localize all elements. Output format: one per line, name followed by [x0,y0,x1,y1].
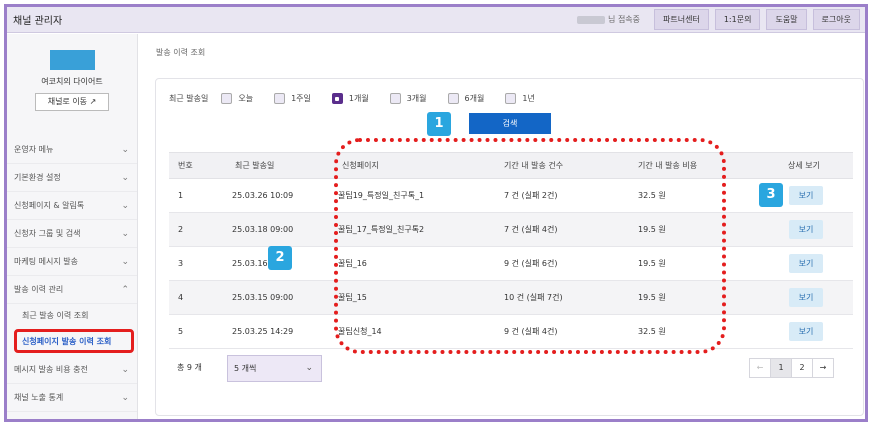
app-window: 채널 관리자 님 접속중 파트너센터 1:1문의 도움말 로그아웃 여코치의 다… [4,4,868,422]
cell-no: 4 [178,293,184,302]
sidebar: 여코치의 다이어트 채널로 이동 ↗ 운영자 메뉴 ⌄ 기본환경 설정 ⌄ 신청페이… [7,34,138,419]
checkbox-icon [221,93,233,104]
filter-option-label: 오늘 [238,94,254,103]
step-badge-3: 3 [759,183,783,207]
chevron-down-icon: ⌄ [121,144,129,155]
filter-today[interactable]: 오늘 [221,93,253,104]
search-button[interactable]: 검색 [469,113,551,134]
page-2-button[interactable]: 2 [791,358,813,378]
cell-date: 25.03.15 09:00 [232,293,294,302]
step-badge-2: 2 [268,246,292,270]
history-panel: 최근 발송일 오늘 1주일 1개월 3개월 6개월 1년 검색 1 번호 최근 … [155,78,864,416]
view-button[interactable]: 보기 [789,322,823,341]
channel-name: 여코치의 다이어트 [41,77,103,86]
channel-logo [49,50,95,70]
sidebar-subitem-recent-history[interactable]: 최근 발송 이력 조회 [7,304,137,326]
cell-date: 25.03.25 14:29 [232,327,294,336]
chevron-down-icon: ⌄ [121,256,129,267]
cell-date: 25.03.26 10:09 [232,191,294,200]
sidebar-menu: 운영자 메뉴 ⌄ 기본환경 설정 ⌄ 신청페이지 & 알림톡 ⌄ 신청자 그룹 및 검… [7,136,137,412]
cell-no: 5 [178,327,184,336]
filter-option-label: 3개월 [406,94,427,103]
sidebar-subitem-signup-page-history[interactable]: 신청페이지 발송 이력 조회 [14,329,134,353]
sidebar-item-label: 발송 이력 관리 [14,285,64,294]
sidebar-item-label: 신청자 그룹 및 검색 [14,229,81,238]
view-button[interactable]: 보기 [789,254,823,273]
view-button[interactable]: 보기 [789,288,823,307]
page-1-button[interactable]: 1 [770,358,792,378]
cell-no: 3 [178,259,184,268]
view-button[interactable]: 보기 [789,220,823,239]
filter-label: 최근 발송일 [169,94,209,103]
col-header-detail: 상세 보기 [788,161,820,170]
blurred-username [577,15,606,24]
next-page-button[interactable]: → [812,358,834,378]
sidebar-item-label: 기본환경 설정 [14,173,61,182]
filter-option-label: 1주일 [291,94,311,103]
sidebar-item-label: 신청페이지 & 알림톡 [14,201,85,210]
chevron-down-icon: ⌄ [305,363,313,373]
filter-1month[interactable]: 1개월 [331,93,369,104]
cell-date: 25.03.16 [232,259,268,268]
filter-option-label: 6개월 [464,94,485,103]
filter-1year[interactable]: 1년 [505,93,535,104]
checkbox-icon [447,93,459,104]
date-filter: 최근 발송일 오늘 1주일 1개월 3개월 6개월 1년 [169,93,556,104]
inquiry-button[interactable]: 1:1문의 [714,9,761,30]
sidebar-item-label: 운영자 메뉴 [14,145,54,154]
page-size-value: 5 개씩 [234,364,257,373]
sidebar-item-basic-settings[interactable]: 기본환경 설정 ⌄ [7,164,137,192]
filter-6months[interactable]: 6개월 [447,93,485,104]
page-size-select[interactable]: 5 개씩 ⌄ [227,355,322,382]
filter-1week[interactable]: 1주일 [274,93,311,104]
login-status: 님 접속중 [577,14,640,25]
cell-no: 1 [178,191,184,200]
checkbox-checked-icon [331,93,343,104]
partner-center-button[interactable]: 파트너센터 [654,9,709,30]
sidebar-item-label: 메시지 발송 비용 충전 [14,365,88,374]
filter-option-label: 1개월 [348,94,369,103]
cell-no: 2 [178,225,184,234]
checkbox-icon [505,93,517,104]
filter-3months[interactable]: 3개월 [389,93,427,104]
prev-page-button[interactable]: ← [749,358,771,378]
sidebar-item-admin-menu[interactable]: 운영자 메뉴 ⌄ [7,136,137,164]
chevron-down-icon: ⌄ [121,392,129,403]
checkbox-icon [389,93,401,104]
pagination: ← 1 2 → [749,358,834,378]
col-header-no: 번호 [178,161,193,170]
sidebar-item-label: 채널 노출 통계 [14,393,64,402]
cell-date: 25.03.18 09:00 [232,225,294,234]
sidebar-item-exposure-stats[interactable]: 채널 노출 통계 ⌄ [7,384,137,412]
chevron-down-icon: ⌄ [121,200,129,211]
chevron-down-icon: ⌄ [121,364,129,375]
highlight-annotation-box [334,138,726,354]
breadcrumb: 발송 이력 조회 [156,48,206,57]
logout-button[interactable]: 로그아웃 [812,9,860,30]
checkbox-icon [274,93,286,104]
sidebar-item-charge[interactable]: 메시지 발송 비용 충전 ⌄ [7,356,137,384]
view-button[interactable]: 보기 [789,186,823,205]
chevron-up-icon: ⌃ [121,284,129,295]
login-status-text: 님 접속중 [608,15,641,24]
app-title: 채널 관리자 [13,16,63,27]
sidebar-item-signup-alimtalk[interactable]: 신청페이지 & 알림톡 ⌄ [7,192,137,220]
go-to-channel-button[interactable]: 채널로 이동 ↗ [35,93,109,111]
col-header-date: 최근 발송일 [235,161,275,170]
top-bar: 채널 관리자 님 접속중 파트너센터 1:1문의 도움말 로그아웃 [7,7,865,33]
chevron-down-icon: ⌄ [121,228,129,239]
help-button[interactable]: 도움말 [766,9,807,30]
sidebar-item-applicant-groups[interactable]: 신청자 그룹 및 검색 ⌄ [7,220,137,248]
sidebar-item-send-history[interactable]: 발송 이력 관리 ⌃ [7,276,137,304]
total-count: 총 9 개 [177,363,202,372]
step-badge-1: 1 [427,112,451,136]
sidebar-item-label: 마케팅 메시지 발송 [14,257,78,266]
chevron-down-icon: ⌄ [121,172,129,183]
filter-option-label: 1년 [522,94,535,103]
sidebar-item-marketing-message[interactable]: 마케팅 메시지 발송 ⌄ [7,248,137,276]
